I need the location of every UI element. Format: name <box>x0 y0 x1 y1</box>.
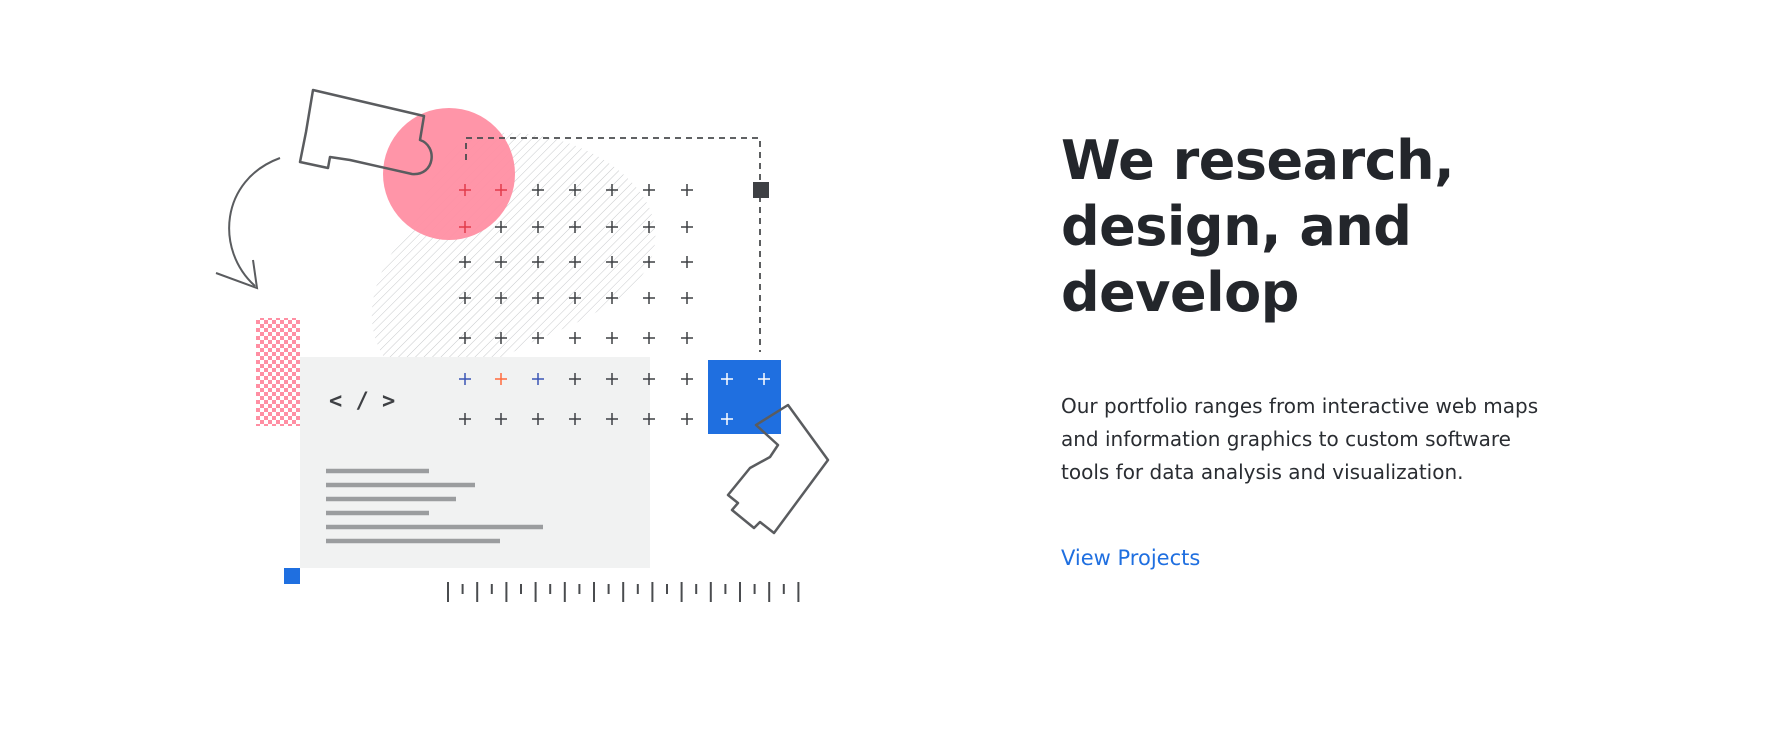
plus-mark <box>606 332 618 344</box>
view-projects-link[interactable]: View Projects <box>1061 546 1200 570</box>
hero-section: < / > We research, design, and develop O… <box>0 0 1777 747</box>
blue-square <box>708 360 781 434</box>
curved-arrow-icon <box>215 157 281 290</box>
plus-mark <box>643 292 655 304</box>
small-blue-square <box>284 568 300 584</box>
checkerboard-pattern <box>256 318 300 426</box>
plus-mark <box>681 256 693 268</box>
plus-mark <box>681 373 693 385</box>
hero-text: We research, design, and develop Our por… <box>1061 128 1621 570</box>
plus-mark <box>643 184 655 196</box>
ruler-ticks <box>447 582 800 602</box>
plus-mark <box>569 332 581 344</box>
plus-mark <box>681 184 693 196</box>
plus-mark <box>681 413 693 425</box>
hero-illustration: < / > <box>215 88 830 602</box>
plus-mark <box>681 221 693 233</box>
small-dark-square <box>753 182 769 198</box>
plus-mark <box>681 332 693 344</box>
hero-description: Our portfolio ranges from interactive we… <box>1061 394 1539 484</box>
plus-mark <box>643 332 655 344</box>
plus-mark <box>681 292 693 304</box>
pink-circle <box>383 108 515 240</box>
page-title: We research, design, and develop <box>1061 129 1455 324</box>
code-symbol: < / > <box>329 389 395 414</box>
